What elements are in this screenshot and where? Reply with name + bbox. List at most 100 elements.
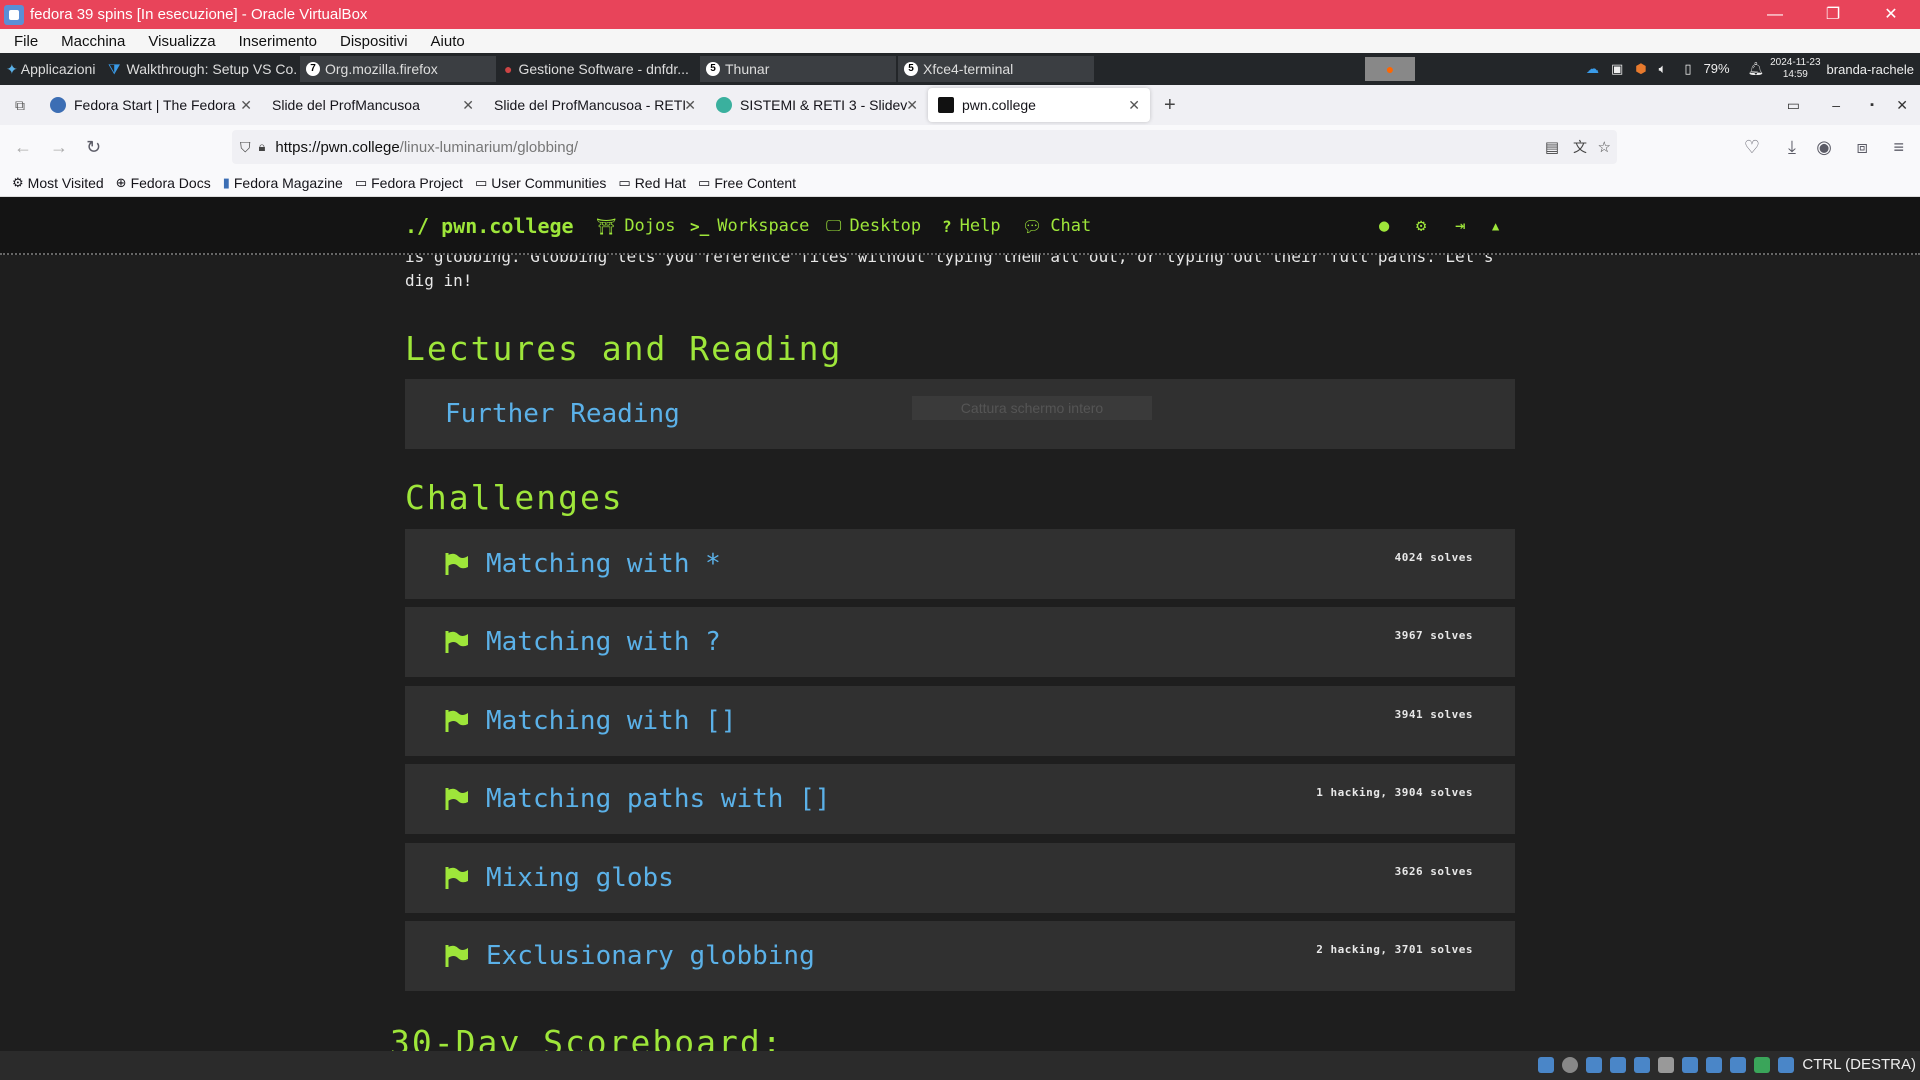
ff-maximize-icon[interactable]: ▪ (1870, 99, 1874, 111)
reload-icon[interactable]: ↻ (86, 137, 101, 158)
further-reading-link[interactable]: Further Reading (445, 399, 680, 429)
menu-visualizza[interactable]: Visualizza (134, 33, 224, 50)
user-menu[interactable]: branda-rachele (1827, 62, 1914, 77)
tab-list-icon[interactable]: ⧉ (0, 97, 40, 114)
bookmark-free-content[interactable]: ▭ Free Content (698, 175, 796, 191)
task-thunar[interactable]: 5 Thunar (700, 56, 896, 82)
shared-folder-icon[interactable] (1658, 1056, 1675, 1073)
bookmark-red-hat[interactable]: ▭ Red Hat (618, 175, 686, 191)
restore-button[interactable]: ❐ (1804, 0, 1862, 29)
task-terminal[interactable]: 5 Xfce4-terminal (898, 56, 1094, 82)
tab-fedora-start[interactable]: Fedora Start | The Fedora ✕ (40, 88, 262, 122)
tab-pwn-college[interactable]: pwn.college ✕ (928, 88, 1150, 122)
tab-close-icon[interactable]: ✕ (684, 97, 696, 114)
audio-icon[interactable] (1586, 1056, 1603, 1073)
translate-icon[interactable]: 文 (1573, 137, 1587, 157)
challenge-item[interactable]: Matching with [] 3941 solves (405, 686, 1515, 756)
menu-inserimento[interactable]: Inserimento (225, 33, 326, 50)
tab-slide-prof-reti[interactable]: Slide del ProfMancusoa - RETI ✕ (484, 88, 706, 122)
close-button[interactable]: ✕ (1862, 0, 1920, 29)
menu-macchina[interactable]: Macchina (47, 33, 134, 50)
chat-icon: 💬︎ (1022, 216, 1043, 236)
challenge-item[interactable]: Mixing globs 3626 solves (405, 843, 1515, 913)
cpu-icon[interactable] (1730, 1056, 1747, 1073)
nav-help[interactable]: ? Help (942, 216, 1001, 236)
challenge-item[interactable]: Matching with ? 3967 solves (405, 607, 1515, 677)
nav-chat[interactable]: 💬︎ Chat (1022, 216, 1091, 236)
bookmarks-bar: ⚙ Most Visited ⊕ Fedora Docs ▮ Fedora Magaz… (0, 169, 1920, 197)
hamburger-menu-icon[interactable]: ≡ (1893, 137, 1904, 158)
user-circle-icon[interactable]: ● (1379, 216, 1389, 236)
optical-disk-icon[interactable] (1562, 1056, 1579, 1073)
nav-label: Dojos (624, 216, 676, 236)
clock[interactable]: 2024-11-23 14:59 (1770, 57, 1820, 81)
tab-close-icon[interactable]: ✕ (906, 97, 918, 114)
volume-icon[interactable]: 🔈︎ (1659, 61, 1667, 77)
tab-label: Fedora Start | The Fedora (74, 97, 236, 113)
workspace-switcher[interactable]: ● (1365, 57, 1415, 81)
menu-dispositivi[interactable]: Dispositivi (326, 33, 417, 50)
menu-file[interactable]: File (0, 33, 47, 50)
pocket-icon[interactable]: ♡ (1744, 137, 1760, 158)
site-brand-link[interactable]: ./ pwn.college (405, 214, 574, 238)
logout-icon[interactable]: ⇥ (1455, 216, 1465, 236)
applications-menu[interactable]: ✦ Applicazioni (0, 56, 100, 82)
virtualbox-statusbar: CTRL (DESTRA) (0, 1051, 1920, 1080)
network-cloud-icon[interactable]: ☁ (1586, 61, 1599, 77)
bookmark-fedora-docs[interactable]: ⊕ Fedora Docs (116, 175, 211, 191)
display-icon[interactable] (1682, 1056, 1699, 1073)
challenge-title: Matching paths with [] (486, 784, 831, 814)
bookmark-most-visited[interactable]: ⚙ Most Visited (12, 175, 104, 191)
nav-desktop[interactable]: 🖵︎ Desktop (826, 216, 921, 236)
folder-icon: ▭ (354, 174, 368, 190)
usb-icon[interactable] (1634, 1056, 1651, 1073)
challenge-item[interactable]: Exclusionary globbing 2 hacking, 3701 so… (405, 921, 1515, 991)
recording-icon[interactable] (1706, 1056, 1723, 1073)
battery-indicator[interactable]: ▯ 79% (1678, 61, 1735, 77)
ff-close-icon[interactable]: ✕ (1896, 97, 1908, 114)
hdd-icon[interactable] (1538, 1056, 1555, 1073)
challenge-item[interactable]: Matching with * 4024 solves (405, 529, 1515, 599)
url-bar[interactable]: ⛉ 🔒︎ https://pwn.college/linux-luminariu… (232, 130, 1617, 164)
question-icon: ? (942, 216, 952, 236)
collapse-caret-icon[interactable]: ▲ (1492, 219, 1499, 233)
network-icon[interactable] (1610, 1056, 1627, 1073)
window-layout-icon[interactable]: ▭ (1787, 97, 1800, 114)
bookmark-user-communities[interactable]: ▭ User Communities (475, 175, 606, 191)
nav-workspace[interactable]: >_ Workspace (690, 216, 809, 236)
apps-label: Applicazioni (20, 61, 96, 77)
task-label: Gestione Software - dnfdr... (518, 61, 689, 77)
task-vscode[interactable]: ⧩ Walkthrough: Setup VS Co... (102, 56, 298, 82)
downloads-icon[interactable]: ⤓ (1788, 137, 1796, 158)
new-tab-icon[interactable]: + (1164, 94, 1176, 117)
keyboard-capture-icon[interactable] (1778, 1056, 1795, 1073)
task-firefox[interactable]: 7 Org.mozilla.firefox (300, 56, 496, 82)
display-icon[interactable]: ▣ (1611, 61, 1623, 77)
bookmark-fedora-magazine[interactable]: ▮ Fedora Magazine (223, 175, 343, 191)
bookmark-fedora-project[interactable]: ▭ Fedora Project (355, 175, 463, 191)
bookmark-star-icon[interactable]: ☆ (1598, 138, 1611, 156)
ff-minimize-icon[interactable]: – (1832, 97, 1840, 113)
mouse-integration-icon[interactable] (1754, 1056, 1771, 1073)
notification-bell-icon[interactable]: 🔔︎ (1748, 61, 1765, 77)
tab-slide-prof[interactable]: Slide del ProfMancusoa ✕ (262, 88, 484, 122)
settings-gears-icon[interactable]: ⚙ (1416, 216, 1426, 236)
reader-view-icon[interactable]: ▤ (1545, 138, 1559, 156)
tab-sistemi-reti[interactable]: SISTEMI & RETI 3 - Slidev ✕ (706, 88, 928, 122)
folder-icon: ▭ (698, 174, 711, 190)
extensions-icon[interactable]: ⧈ (1857, 137, 1868, 158)
nav-dojos[interactable]: ⛩ Dojos (596, 216, 676, 236)
tab-close-icon[interactable]: ✕ (240, 97, 252, 114)
shield-tracking-icon[interactable]: ⛉ (240, 139, 251, 156)
task-gestione-software[interactable]: ● Gestione Software - dnfdr... (498, 56, 698, 82)
shield-icon[interactable]: ⬢ (1635, 61, 1646, 77)
back-icon[interactable]: ← (14, 137, 32, 158)
menu-aiuto[interactable]: Aiuto (417, 33, 474, 50)
tab-close-icon[interactable]: ✕ (462, 97, 474, 114)
forward-icon[interactable]: → (50, 137, 68, 158)
challenge-solves: 3967 solves (1394, 629, 1473, 642)
minimize-button[interactable]: — (1746, 0, 1804, 29)
account-icon[interactable]: ◉ (1816, 137, 1832, 158)
challenge-item[interactable]: Matching paths with [] 1 hacking, 3904 s… (405, 764, 1515, 834)
tab-close-icon[interactable]: ✕ (1128, 97, 1140, 114)
